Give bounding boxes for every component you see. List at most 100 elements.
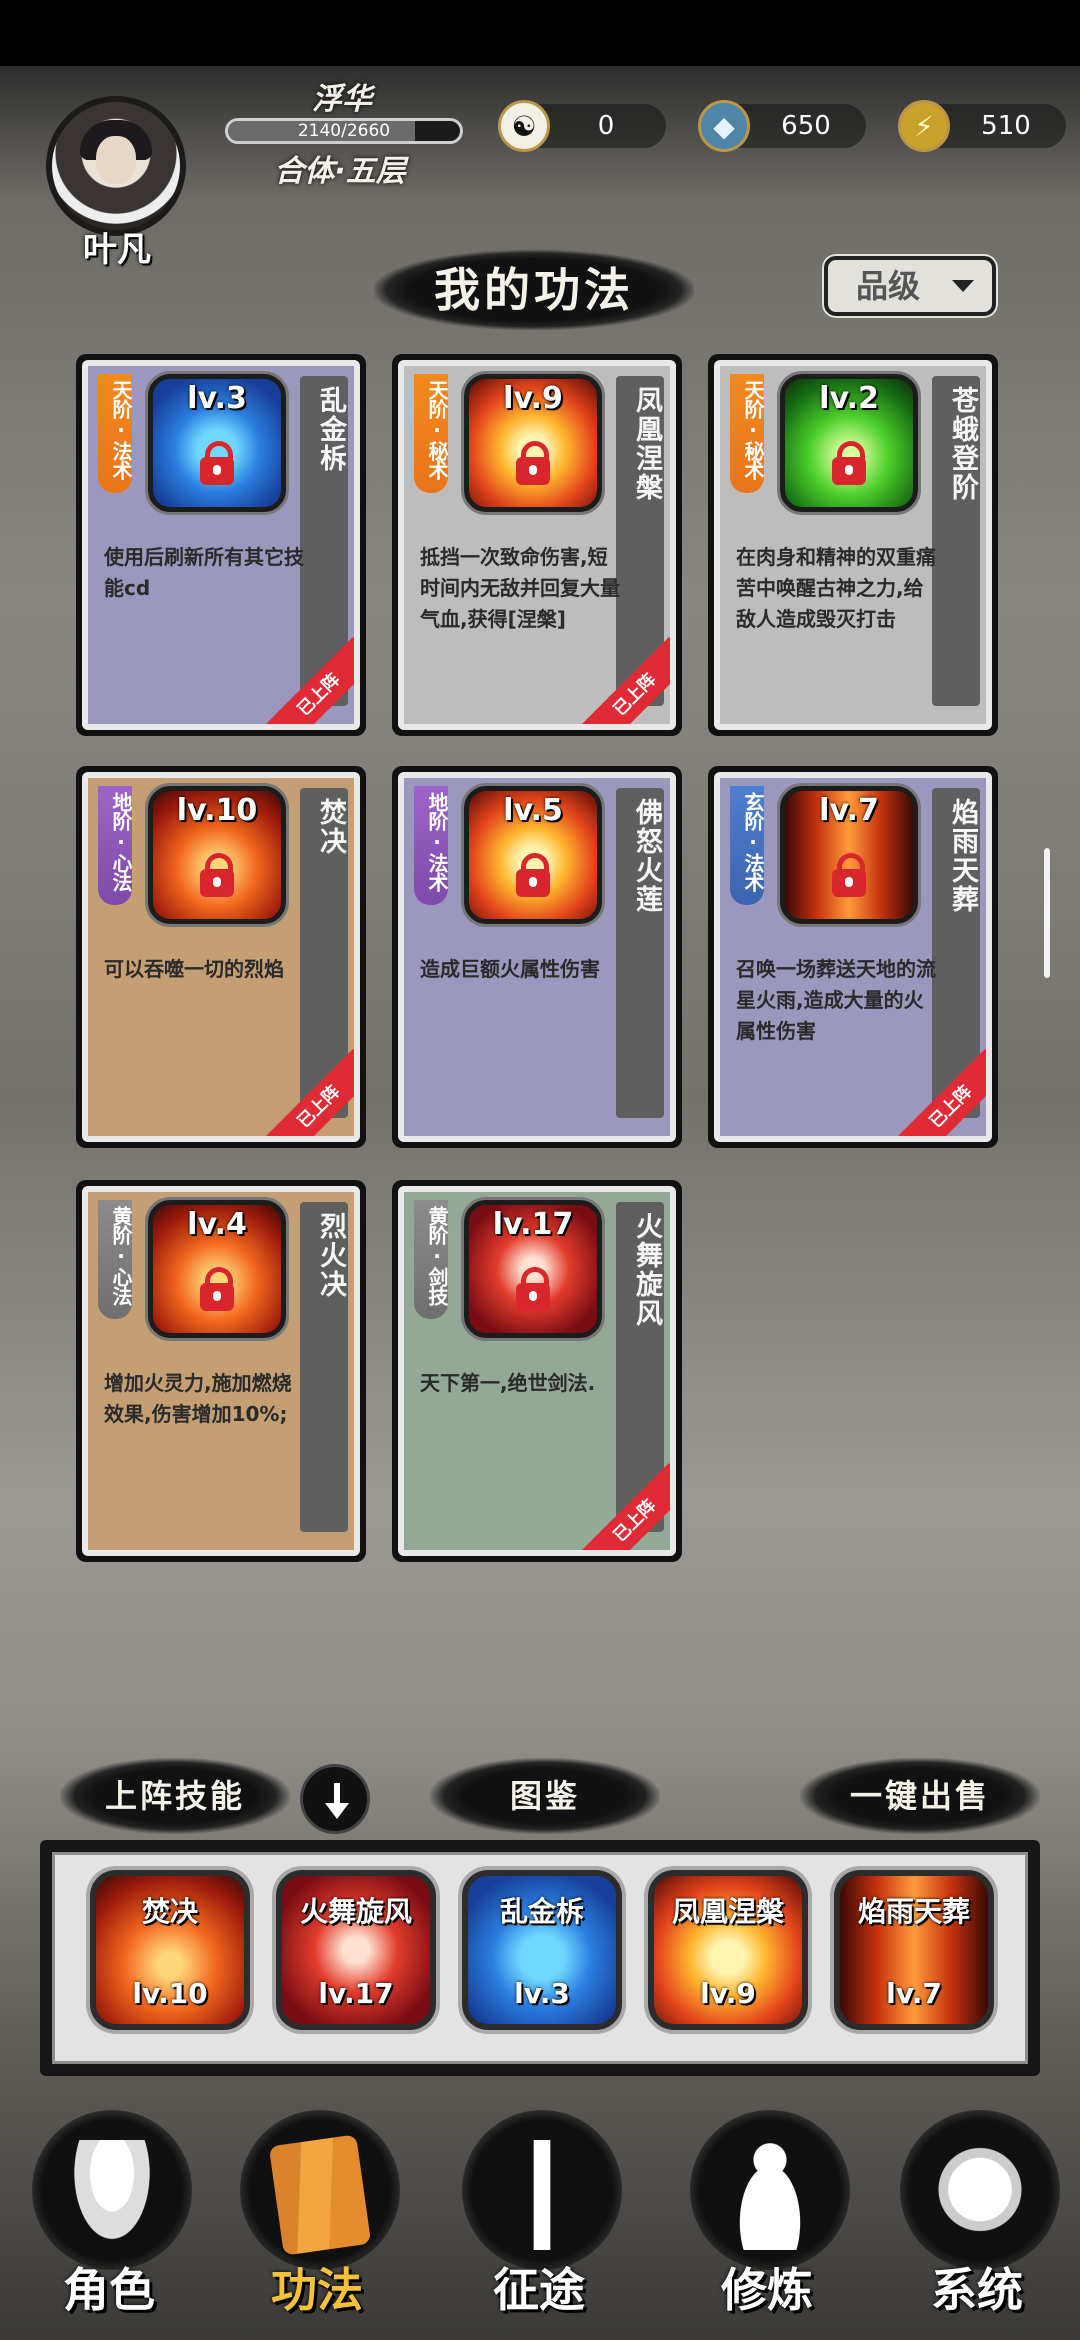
- slot-skill-name: 凤凰涅槃: [671, 1895, 784, 1928]
- skill-books-icon: [268, 2134, 372, 2256]
- nav-label: 征途: [493, 2263, 585, 2317]
- lineup-slot[interactable]: 焰雨天葬 lv.7: [834, 1870, 994, 2030]
- arrow-down-icon[interactable]: [300, 1764, 370, 1834]
- lock-icon: [200, 1267, 234, 1311]
- skill-name: 烈火决: [315, 1212, 346, 1299]
- nav-label: 功法: [271, 2263, 363, 2317]
- lineup-label: 上阵技能: [60, 1758, 290, 1834]
- skill-icon: lv.7: [780, 786, 918, 924]
- skill-card-body: 玄阶·法术 lv.7 焰雨天葬 召唤一场葬送天地的流星火雨,造成大量的火属性伤害…: [714, 772, 992, 1142]
- nav-skills[interactable]: 功法: [222, 2100, 412, 2340]
- slot-skill-name: 焰雨天葬: [857, 1895, 970, 1928]
- slot-skill-level: lv.7: [886, 1977, 942, 2010]
- skill-card-body: 地阶·心法 lv.10 焚决 可以吞噬一切的烈焰 已上阵: [82, 772, 360, 1142]
- skill-name: 焚决: [315, 798, 346, 856]
- lock-icon: [832, 441, 866, 485]
- lineup-slot[interactable]: 乱金柝 lv.3: [462, 1870, 622, 2030]
- slot-skill-name: 乱金柝: [499, 1895, 584, 1928]
- nav-journey[interactable]: 征途: [444, 2100, 634, 2340]
- nav-system[interactable]: 系统: [882, 2100, 1072, 2340]
- skill-card-body: 黄阶·剑技 lv.17 火舞旋风 天下第一,绝世剑法. 已上阵: [398, 1186, 676, 1556]
- grade-tag: 黄阶·心法: [98, 1200, 133, 1319]
- skill-description: 造成巨额火属性伤害: [420, 957, 600, 981]
- slot-skill-level: lv.3: [514, 1977, 570, 2010]
- slot-skill-level: lv.10: [132, 1977, 208, 2010]
- chevron-down-icon: [952, 280, 974, 292]
- skill-icon: lv.17: [464, 1200, 602, 1338]
- sword-emblem-icon: [498, 2140, 586, 2250]
- currency-yin-yang[interactable]: ☯ 0: [498, 100, 666, 152]
- scrollbar-thumb[interactable]: [1044, 848, 1050, 978]
- skill-description: 增加火灵力,施加燃烧效果,伤害增加10%;: [104, 1371, 292, 1426]
- skill-name: 焰雨天葬: [947, 798, 978, 914]
- hooded-character-icon: [68, 2140, 156, 2250]
- skill-card[interactable]: 地阶·心法 lv.10 焚决 可以吞噬一切的烈焰 已上阵: [76, 766, 366, 1148]
- skill-icon: lv.5: [464, 786, 602, 924]
- codex-button[interactable]: 图鉴: [430, 1758, 660, 1834]
- nav-cultivate[interactable]: 修炼: [672, 2100, 862, 2340]
- skill-name: 凤凰涅槃: [631, 386, 662, 502]
- skill-description: 天下第一,绝世剑法.: [420, 1371, 596, 1395]
- grade-tag: 地阶·法术: [414, 786, 449, 905]
- skill-description: 在肉身和精神的双重痛苦中唤醒古神之力,给敌人造成毁灭打击: [736, 545, 936, 631]
- grade-tag: 玄阶·法术: [730, 786, 765, 905]
- status-bar: [0, 0, 1080, 66]
- currency-value: 0: [597, 111, 615, 141]
- lock-icon: [832, 853, 866, 897]
- skill-level: lv.2: [819, 381, 879, 416]
- skill-description: 使用后刷新所有其它技能cd: [104, 545, 304, 600]
- yin-yang-icon: ☯: [498, 100, 550, 152]
- meditating-figure-icon: [726, 2140, 814, 2250]
- nav-label: 修炼: [721, 2263, 813, 2317]
- skill-card-body: 天阶·秘术 lv.2 苍蛾登阶 在肉身和精神的双重痛苦中唤醒古神之力,给敌人造成…: [714, 360, 992, 730]
- skill-level: lv.7: [819, 793, 879, 828]
- codex-label: 图鉴: [509, 1777, 580, 1815]
- skill-description: 抵挡一次致命伤害,短时间内无敌并回复大量气血,获得[涅槃]: [420, 545, 620, 631]
- grade-tag: 天阶·秘术: [414, 374, 449, 493]
- skill-icon: lv.4: [148, 1200, 286, 1338]
- skill-icon: lv.9: [464, 374, 602, 512]
- player-name: 叶凡: [83, 230, 151, 270]
- exp-text: 2140/2660: [297, 121, 391, 141]
- slot-skill-name: 焚决: [141, 1895, 198, 1928]
- player-avatar[interactable]: [46, 96, 186, 236]
- skill-level: lv.17: [492, 1207, 574, 1242]
- skill-level: lv.9: [503, 381, 563, 416]
- currency-spirit-stone[interactable]: ◆ 650: [698, 100, 866, 152]
- skill-card[interactable]: 黄阶·剑技 lv.17 火舞旋风 天下第一,绝世剑法. 已上阵: [392, 1180, 682, 1562]
- lineup-label-text: 上阵技能: [104, 1777, 245, 1815]
- realm-name: 浮华: [312, 82, 372, 117]
- skill-card[interactable]: 玄阶·法术 lv.7 焰雨天葬 召唤一场葬送天地的流星火雨,造成大量的火属性伤害…: [708, 766, 998, 1148]
- skill-card[interactable]: 天阶·秘术 lv.9 凤凰涅槃 抵挡一次致命伤害,短时间内无敌并回复大量气血,获…: [392, 354, 682, 736]
- lineup-slot[interactable]: 焚决 lv.10: [90, 1870, 250, 2030]
- exp-bar: 2140/2660: [225, 118, 463, 144]
- slot-skill-level: lv.17: [318, 1977, 394, 2010]
- lineup-slot[interactable]: 凤凰涅槃 lv.9: [648, 1870, 808, 2030]
- sort-label: 品级: [856, 267, 921, 305]
- skill-card[interactable]: 天阶·法术 lv.3 乱金柝 使用后刷新所有其它技能cd 已上阵: [76, 354, 366, 736]
- skill-card[interactable]: 地阶·法术 lv.5 佛怒火莲 造成巨额火属性伤害: [392, 766, 682, 1148]
- skill-description: 可以吞噬一切的烈焰: [104, 957, 284, 981]
- lock-icon: [516, 441, 550, 485]
- lineup-slot[interactable]: 火舞旋风 lv.17: [276, 1870, 436, 2030]
- slot-skill-level: lv.9: [700, 1977, 756, 2010]
- sell-all-button[interactable]: 一键出售: [800, 1758, 1040, 1834]
- currency-value: 650: [781, 111, 831, 141]
- realm-level: 合体·五层: [274, 154, 406, 189]
- sort-dropdown[interactable]: 品级: [824, 256, 996, 316]
- skill-card[interactable]: 天阶·秘术 lv.2 苍蛾登阶 在肉身和精神的双重痛苦中唤醒古神之力,给敌人造成…: [708, 354, 998, 736]
- skill-card-body: 天阶·秘术 lv.9 凤凰涅槃 抵挡一次致命伤害,短时间内无敌并回复大量气血,获…: [398, 360, 676, 730]
- skill-name-column: 烈火决: [300, 1202, 348, 1532]
- skill-level: lv.4: [187, 1207, 247, 1242]
- nav-label: 系统: [931, 2263, 1023, 2317]
- skill-name-column: 苍蛾登阶: [932, 376, 980, 706]
- nav-role[interactable]: 角色: [14, 2100, 204, 2340]
- skill-card-body: 黄阶·心法 lv.4 烈火决 增加火灵力,施加燃烧效果,伤害增加10%;: [82, 1186, 360, 1556]
- grade-tag: 地阶·心法: [98, 786, 133, 905]
- skill-name: 佛怒火莲: [631, 798, 662, 914]
- skill-card[interactable]: 黄阶·心法 lv.4 烈火决 增加火灵力,施加燃烧效果,伤害增加10%;: [76, 1180, 366, 1562]
- currency-energy[interactable]: ⚡ 510: [898, 100, 1066, 152]
- grade-tag: 天阶·法术: [98, 374, 133, 493]
- skill-icon: lv.3: [148, 374, 286, 512]
- skill-icon: lv.10: [148, 786, 286, 924]
